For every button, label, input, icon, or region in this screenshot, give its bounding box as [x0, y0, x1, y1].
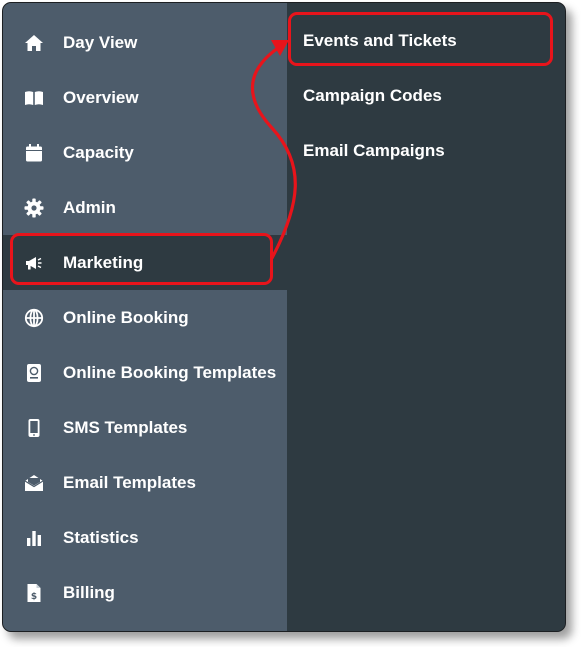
sidebar-item-label: Statistics	[63, 527, 139, 547]
sidebar-item-label: Day View	[63, 32, 138, 52]
sidebar-item-label: Marketing	[63, 252, 144, 272]
sidebar-item-label: Overview	[63, 87, 139, 107]
envelope-open-icon	[24, 473, 44, 493]
sidebar-item-admin[interactable]: Admin	[3, 180, 287, 235]
svg-text:$: $	[31, 592, 37, 602]
mobile-icon	[24, 418, 44, 438]
bar-chart-icon	[24, 528, 44, 548]
calendar-icon	[24, 143, 44, 163]
globe-icon	[24, 308, 44, 328]
invoice-icon: $	[24, 583, 44, 603]
sidebar-item-label: SMS Templates	[63, 417, 188, 437]
sidebar-item-marketing[interactable]: Marketing	[3, 235, 287, 290]
navigation-menu-window: Day View Overview Capacity Admin Marketi…	[2, 2, 566, 632]
megaphone-icon	[24, 253, 44, 273]
sidebar-item-billing[interactable]: $ Billing	[3, 565, 287, 620]
sidebar-item-label: Billing	[63, 582, 115, 602]
sidebar-item-label: Online Booking	[63, 307, 189, 327]
submenu-item-events-and-tickets[interactable]: Events and Tickets	[287, 13, 565, 68]
sidebar-item-label: Email Templates	[63, 472, 196, 492]
sidebar-item-statistics[interactable]: Statistics	[3, 510, 287, 565]
sidebar-item-online-booking[interactable]: Online Booking	[3, 290, 287, 345]
sidebar-item-capacity[interactable]: Capacity	[3, 125, 287, 180]
home-icon	[24, 33, 44, 53]
gear-icon	[24, 198, 44, 218]
sidebar-item-label: Capacity	[63, 142, 134, 162]
submenu-panel: Events and Tickets Campaign Codes Email …	[287, 3, 565, 631]
sidebar-item-sms-templates[interactable]: SMS Templates	[3, 400, 287, 455]
book-icon	[24, 88, 44, 108]
sidebar: Day View Overview Capacity Admin Marketi…	[3, 3, 287, 631]
submenu-item-label: Email Campaigns	[303, 140, 445, 160]
sidebar-item-email-templates[interactable]: Email Templates	[3, 455, 287, 510]
sidebar-item-day-view[interactable]: Day View	[3, 15, 287, 70]
submenu-item-label: Events and Tickets	[303, 30, 457, 50]
submenu-item-email-campaigns[interactable]: Email Campaigns	[287, 123, 565, 178]
submenu-item-label: Campaign Codes	[303, 85, 442, 105]
sidebar-item-label: Online Booking Templates	[63, 362, 277, 382]
sidebar-item-online-booking-templates[interactable]: Online Booking Templates	[3, 345, 287, 400]
passport-icon	[24, 363, 44, 383]
sidebar-item-overview[interactable]: Overview	[3, 70, 287, 125]
sidebar-item-label: Admin	[63, 197, 116, 217]
submenu-item-campaign-codes[interactable]: Campaign Codes	[287, 68, 565, 123]
